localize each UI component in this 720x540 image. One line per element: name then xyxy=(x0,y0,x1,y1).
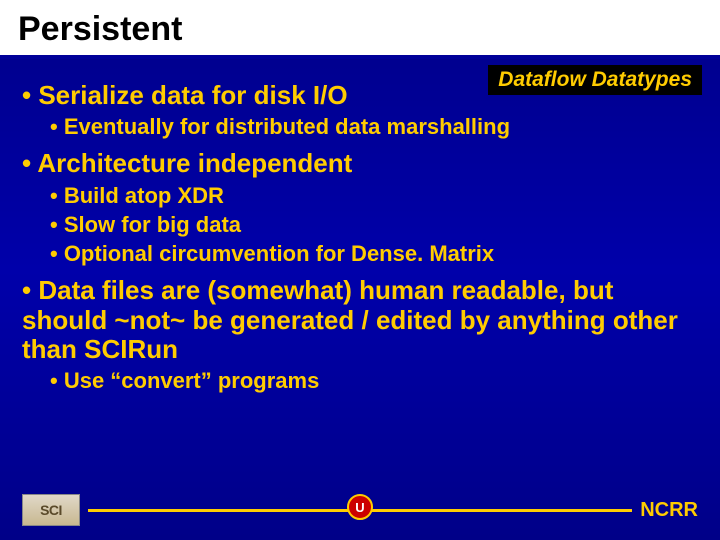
university-logo: U xyxy=(347,494,373,520)
slide-content: • Serialize data for disk I/O • Eventual… xyxy=(0,59,720,393)
bullet-l1: • Architecture independent xyxy=(22,149,698,178)
bullet-l2: • Eventually for distributed data marsha… xyxy=(50,114,698,139)
sci-institute-logo: SCI xyxy=(22,494,80,526)
bullet-l2: • Build atop XDR xyxy=(50,183,698,208)
bullet-l2: • Use “convert” programs xyxy=(50,368,698,393)
topic-badge: Dataflow Datatypes xyxy=(488,65,702,95)
bullet-l1: • Data files are (somewhat) human readab… xyxy=(22,276,698,363)
ncrr-label: NCRR xyxy=(640,499,698,522)
bullet-l2: • Optional circumvention for Dense. Matr… xyxy=(50,241,698,266)
bullet-l2: • Slow for big data xyxy=(50,212,698,237)
slide-footer: SCI U NCRR xyxy=(0,494,720,526)
slide-title: Persistent xyxy=(18,10,702,49)
